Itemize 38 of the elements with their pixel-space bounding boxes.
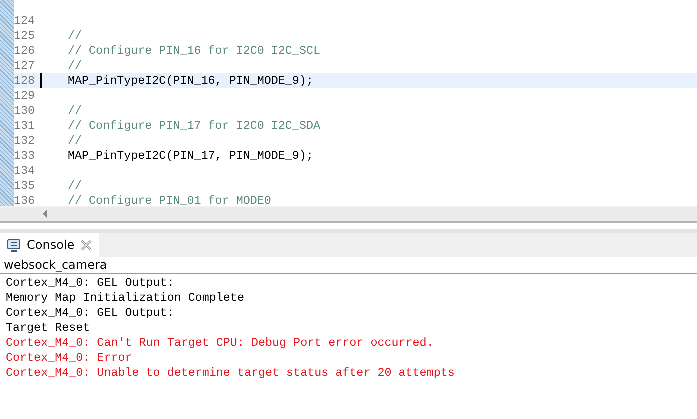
code-line: MAP_PinTypeI2C(PIN_16, PIN_MODE_9); — [68, 74, 314, 88]
text-cursor — [40, 73, 42, 88]
console-icon — [7, 238, 21, 252]
console-line: Cortex_M4_0: Error — [6, 351, 134, 366]
line-number: 127 — [14, 58, 36, 72]
scroll-left-icon[interactable] — [42, 210, 48, 218]
code-line: // Configure PIN_01 for MODE0 — [68, 194, 272, 208]
code-line: // — [68, 58, 82, 72]
line-number: 126 — [14, 44, 36, 58]
console-line: Cortex_M4_0: Unable to determine target status after 20 attempts — [6, 366, 456, 381]
line-number: 135 — [14, 178, 36, 192]
line-number: 125 — [14, 28, 36, 42]
line-number: 136 — [14, 194, 36, 208]
horizontal-scrollbar[interactable] — [0, 206, 697, 223]
code-line: // — [68, 28, 82, 42]
line-number: 134 — [14, 164, 36, 178]
line-number: 129 — [14, 88, 36, 102]
code-editor[interactable] — [0, 0, 697, 206]
line-number: 124 — [14, 14, 36, 28]
console-line: Cortex_M4_0: GEL Output: — [6, 276, 176, 291]
console-line: Cortex_M4_0: GEL Output: — [6, 306, 176, 321]
console-tab[interactable]: Console — [0, 233, 99, 257]
console-title: websock_camera — [0, 257, 697, 274]
code-line: // Configure PIN_16 for I2C0 I2C_SCL — [68, 44, 320, 58]
code-line: // — [68, 134, 82, 148]
line-number: 130 — [14, 104, 36, 118]
code-line: // — [68, 104, 82, 118]
line-number: 132 — [14, 134, 36, 148]
code-line: // Configure PIN_17 for I2C0 I2C_SDA — [68, 118, 320, 132]
code-line: MAP_PinTypeI2C(PIN_17, PIN_MODE_9); — [68, 148, 314, 162]
console-line: Target Reset — [6, 321, 92, 336]
close-icon[interactable] — [80, 240, 92, 250]
console-line: Cortex_M4_0: Can't Run Target CPU: Debug Port error occurred. — [6, 336, 435, 351]
console-line: Memory Map Initialization Complete — [6, 291, 246, 306]
code-line: // — [68, 178, 82, 192]
line-number: 128 — [14, 74, 36, 88]
line-number: 131 — [14, 118, 36, 132]
line-number: 133 — [14, 148, 36, 162]
